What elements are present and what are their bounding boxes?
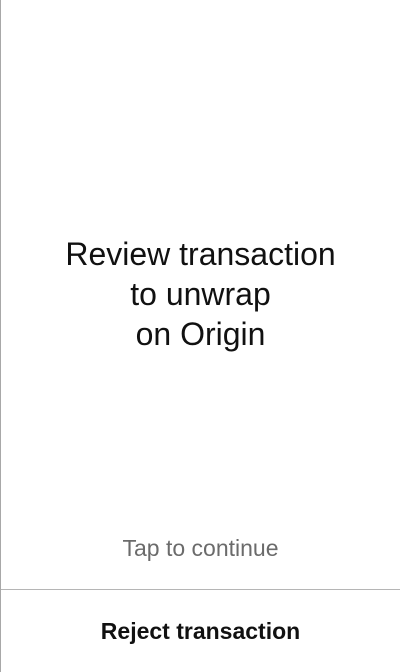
- tap-to-continue-hint: Tap to continue: [122, 535, 279, 561]
- review-title: Review transaction to unwrap on Origin: [1, 234, 400, 354]
- tap-to-continue-area[interactable]: Review transaction to unwrap on Origin T…: [1, 0, 400, 589]
- review-title-line: on Origin: [135, 316, 266, 352]
- review-title-line: Review transaction: [65, 236, 336, 272]
- reject-transaction-button[interactable]: Reject transaction: [1, 590, 400, 672]
- transaction-review-screen: Review transaction to unwrap on Origin T…: [0, 0, 400, 672]
- review-title-line: to unwrap: [130, 276, 271, 312]
